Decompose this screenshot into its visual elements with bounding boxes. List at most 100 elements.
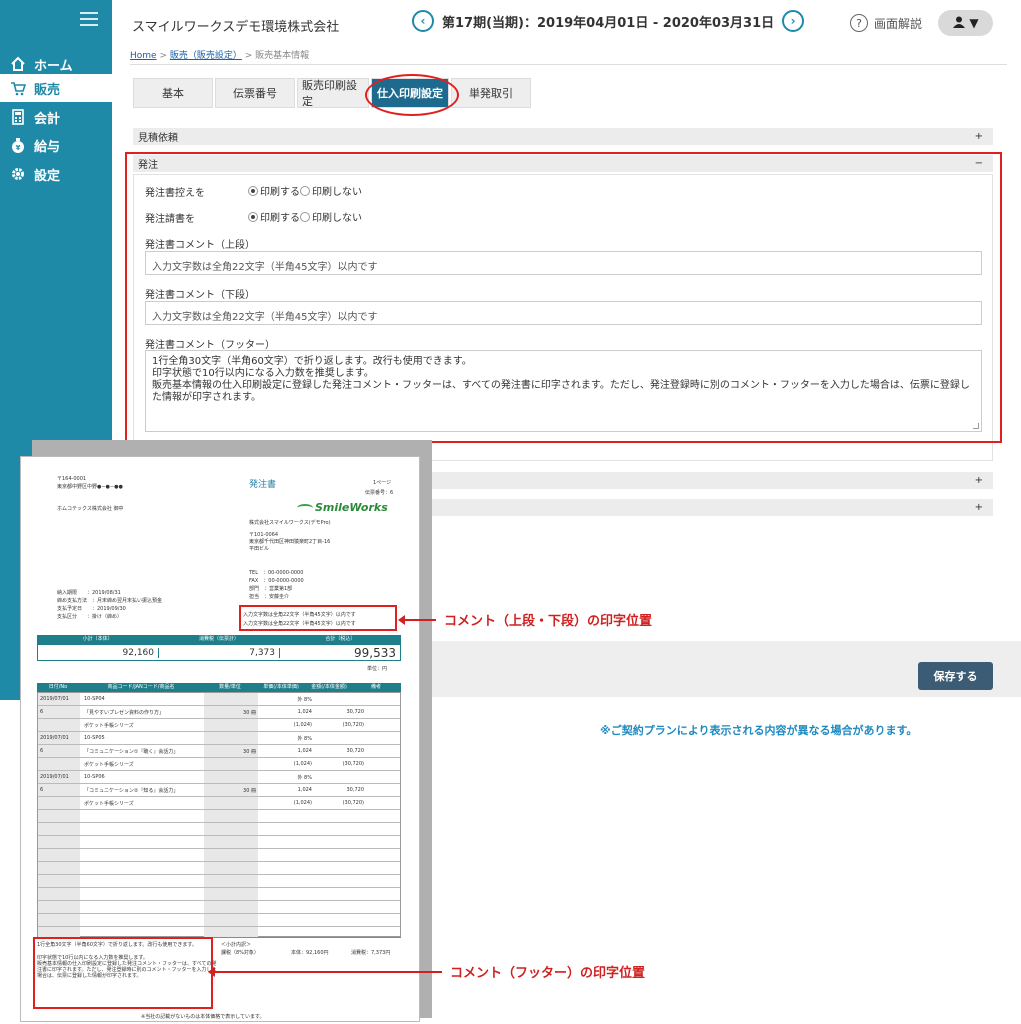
table-cell: 10-SP04 xyxy=(84,696,105,702)
arrow-top xyxy=(398,615,436,625)
table-row-empty xyxy=(38,901,400,914)
table-row: ポケット手帳シリーズ (1,024) (30,720) xyxy=(38,758,400,771)
doc-company: 株式会社スマイルワークス(デモPro) xyxy=(249,520,331,526)
tab-basic[interactable]: 基本 xyxy=(133,78,213,108)
doc-title: 発注書 xyxy=(249,480,277,490)
arrow-footer xyxy=(208,967,442,977)
table-cell: 「コミュニケーション①『聴く』会話力」 xyxy=(84,749,179,755)
tab-bar: 基本 伝票番号 販売印刷設定 仕入印刷設定 単発取引 xyxy=(133,78,533,108)
doc-fax: FAX ：00-0000-0000 xyxy=(249,578,304,584)
totals-header-cell: 消費税（伝票計） xyxy=(198,636,239,642)
table-row-empty xyxy=(38,888,400,901)
plan-note: ※ご契約プランにより表示される内容が異なる場合があります。 xyxy=(600,724,918,737)
section-estimate-header[interactable]: 見積依頼 + xyxy=(133,128,993,145)
table-cell: 30 冊 xyxy=(243,788,256,794)
sidebar-item-accounting[interactable]: 会計 xyxy=(0,103,112,131)
table-row: ポケット手帳シリーズ (1,024) (30,720) xyxy=(38,719,400,732)
doc-delivery: 納入期限 ：2019/08/31 xyxy=(57,590,121,596)
header: スマイルワークスデモ環境株式会社 ‹ 第17期(当期)：2019年04月01日 … xyxy=(112,0,1021,44)
doc-tax-label: ＜小計内訳＞ xyxy=(221,942,252,948)
moneybag-icon: ¥ xyxy=(10,137,26,153)
doc-bottom-note: ※当社の記載がないものは本体価格で表示しています。 xyxy=(141,1014,265,1020)
table-row: 2019/07/01 10-SP05 外 8% xyxy=(38,732,400,745)
help-label: 画面解説 xyxy=(874,16,923,31)
section-title: 見積依頼 xyxy=(138,133,178,144)
prev-period-button[interactable]: ‹ xyxy=(412,10,434,32)
logo-swoosh-icon xyxy=(297,503,313,512)
table-cell: 「コミュニケーション②『知る』会話力」 xyxy=(84,788,179,794)
table-row: ポケット手帳シリーズ (1,024) (30,720) xyxy=(38,797,400,810)
doc-addr-to: 東京都中野区中野●−●−●● xyxy=(57,484,123,490)
callout-footer: コメント（フッター）の印字位置 xyxy=(450,966,646,981)
doc-due: 支払予定日 ：2019/09/30 xyxy=(57,606,126,612)
sidebar-item-label: 会計 xyxy=(34,111,61,127)
doc-dept: 部門 ：営業第1部 xyxy=(249,586,293,592)
doc-terms: 締め支払方法 ：月末締め翌月末払い振込預金 xyxy=(57,598,163,604)
question-icon: ? xyxy=(850,14,868,32)
menu-toggle-icon[interactable] xyxy=(80,12,98,26)
table-row: 6 「コミュニケーション①『聴く』会話力」 30 冊 1,024 30,720 xyxy=(38,745,400,758)
breadcrumb-sales-settings[interactable]: 販売（販売設定） xyxy=(170,51,242,61)
subtotal-value: 92,160 xyxy=(38,647,159,658)
period-label: 第17期(当期)：2019年04月01日 - 2020年03月31日 xyxy=(442,15,775,31)
table-row: 6 「見やすいプレゼン資料の作り方」 30 冊 1,024 30,720 xyxy=(38,706,400,719)
tax-value: 7,373 xyxy=(159,647,280,658)
table-row: 2019/07/01 10-SP04 外 8% xyxy=(38,693,400,706)
sidebar-item-label: ホーム xyxy=(34,58,73,74)
sidebar-item-settings[interactable]: 設定 xyxy=(0,160,112,188)
table-row-empty xyxy=(38,810,400,823)
doc-kind: 支払区分 ：掛け（締め） xyxy=(57,614,123,620)
smileworks-logo: SmileWorks xyxy=(297,501,388,514)
sidebar-item-payroll[interactable]: ¥ 給与 xyxy=(0,131,112,159)
table-cell: 30,720 xyxy=(346,787,365,793)
callout-top: コメント（上段・下段）の印字位置 xyxy=(444,614,653,629)
doc-tax-base: 本体：92,160円 xyxy=(291,950,329,956)
sidebar-item-label: 給与 xyxy=(34,139,61,155)
table-row-empty xyxy=(38,836,400,849)
divider xyxy=(130,64,1007,65)
home-icon xyxy=(10,56,26,72)
table-cell: 30,720 xyxy=(346,709,365,715)
help-link[interactable]: ? 画面解説 xyxy=(850,14,922,32)
next-period-button[interactable]: › xyxy=(782,10,805,32)
sidebar-item-label: 販売 xyxy=(34,82,61,98)
sidebar-item-label: 設定 xyxy=(34,168,61,184)
doc-person: 担当 ：安藤圭介 xyxy=(249,594,290,600)
breadcrumb-home[interactable]: Home xyxy=(130,51,157,61)
items-header-cell: 備考 xyxy=(370,684,381,690)
table-cell: 10-SP05 xyxy=(84,735,105,741)
doc-zip-from: 〒101-0064 xyxy=(249,532,279,538)
items-header-cell: 単価(/本体単価) xyxy=(263,684,299,690)
table-cell: (1,024) xyxy=(293,722,312,728)
expand-icon: + xyxy=(974,502,983,513)
breadcrumb-separator: > xyxy=(156,51,170,61)
totals-values: 92,160 7,373 99,533 xyxy=(37,644,401,661)
logo-text: SmileWorks xyxy=(315,501,388,514)
footer-position-highlight xyxy=(33,937,213,1009)
doc-zip-to: 〒164-0001 xyxy=(57,476,87,482)
table-cell: (30,720) xyxy=(342,722,364,728)
tab-single-transaction[interactable]: 単発取引 xyxy=(451,78,531,108)
company-name: スマイルワークスデモ環境株式会社 xyxy=(132,20,340,35)
table-cell: (1,024) xyxy=(293,761,312,767)
sidebar-item-sales[interactable]: 販売 xyxy=(0,74,112,102)
purchase-order-sample: 〒164-0001 東京都中野区中野●−●−●● ホムコテックス株式会社 御中 … xyxy=(20,456,420,1022)
table-cell: 1,024 xyxy=(297,787,312,793)
tab-slip-number[interactable]: 伝票番号 xyxy=(215,78,295,108)
save-button[interactable]: 保存する xyxy=(918,662,993,690)
table-cell: (30,720) xyxy=(342,761,364,767)
table-cell: 2019/07/01 xyxy=(40,774,69,780)
table-cell: 6 xyxy=(40,709,44,715)
gear-icon xyxy=(10,166,26,182)
table-cell: 2019/07/01 xyxy=(40,696,69,702)
user-menu-button[interactable]: ▼ xyxy=(938,10,993,36)
table-row-empty xyxy=(38,875,400,888)
tab-sales-print[interactable]: 販売印刷設定 xyxy=(297,78,369,108)
totals-header-cell: 小計（本体） xyxy=(82,636,113,642)
breadcrumb-current: 販売基本情報 xyxy=(255,51,310,61)
doc-addr-from: 東京都千代田区神田猿楽町2丁目-16 xyxy=(249,539,331,545)
doc-unit: 単位：円 xyxy=(367,666,388,672)
breadcrumb: Home > 販売（販売設定） > 販売基本情報 xyxy=(130,48,309,61)
svg-text:¥: ¥ xyxy=(16,144,21,152)
totals-header: 小計（本体） 消費税（伝票計） 合計（税込） xyxy=(37,635,401,644)
